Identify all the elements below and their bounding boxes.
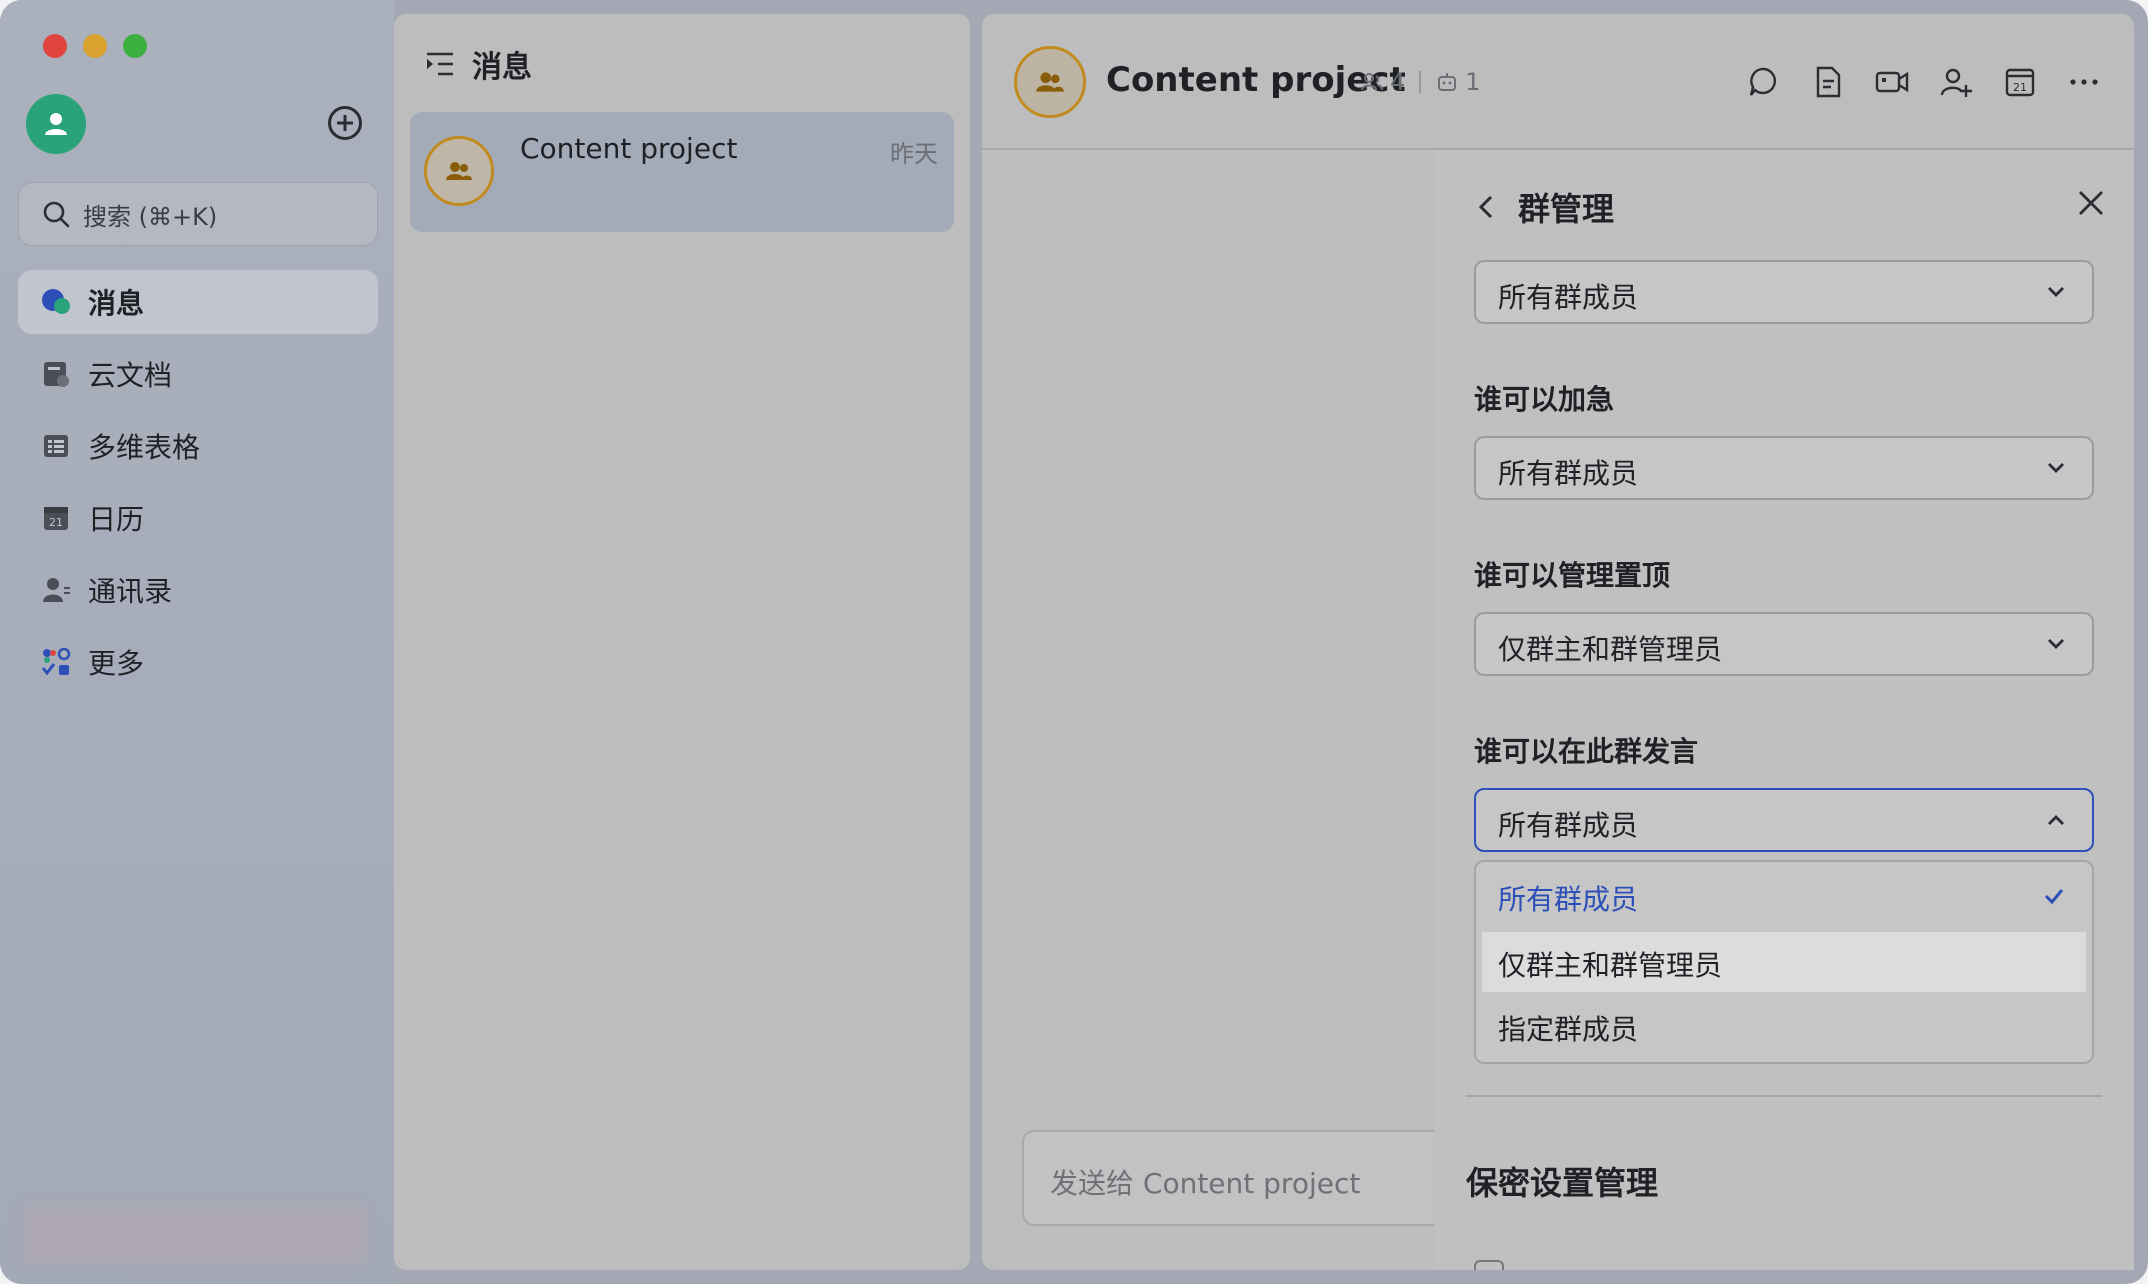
group-icon — [446, 162, 472, 180]
bot-icon[interactable] — [1435, 70, 1459, 94]
sidebar-item-docs[interactable]: 云文档 — [18, 342, 378, 406]
chevron-up-icon — [2048, 815, 2064, 825]
contacts-icon — [40, 574, 72, 606]
select-value: 所有群成员 — [1498, 281, 1639, 314]
chevron-down-icon — [2048, 287, 2064, 297]
speak-permission-dropdown: 所有群成员 仅群主和群管理员 指定群成员 — [1474, 860, 2094, 1064]
person-icon — [45, 113, 67, 135]
chat-bubble-icon — [40, 286, 72, 318]
document-icon — [1816, 66, 1841, 98]
plus-icon — [337, 115, 353, 131]
sidebar-item-base[interactable]: 多维表格 — [18, 414, 378, 478]
close-icon[interactable] — [2076, 188, 2106, 218]
panel-header: 群管理 — [1474, 184, 1614, 230]
urgent-permission-select[interactable]: 所有群成员 — [1474, 436, 2094, 500]
cloud-doc-icon — [40, 358, 72, 390]
more-dots-icon — [2070, 79, 2098, 85]
calendar-button[interactable]: 21 — [2002, 64, 2038, 100]
apps-grid-icon — [40, 646, 72, 678]
more-options-button[interactable] — [2066, 64, 2102, 100]
sidebar: 搜索 (⌘+K) 消息 云文档 多维表格 21 日历 通讯录 更多 — [0, 0, 394, 1284]
search-icon — [43, 201, 70, 228]
section-divider — [1466, 1095, 2102, 1097]
speak-permission-label: 谁可以在此群发言 — [1474, 735, 1699, 768]
sidebar-item-messages[interactable]: 消息 — [18, 270, 378, 334]
composer-placeholder: 发送给 Content project — [1050, 1167, 1361, 1200]
speak-permission-select[interactable]: 所有群成员 — [1474, 788, 2094, 852]
sidebar-item-label: 多维表格 — [88, 431, 201, 464]
add-user-icon — [1940, 68, 1972, 97]
table-icon — [40, 430, 72, 462]
create-new-button[interactable] — [328, 106, 362, 140]
top-permission-select[interactable]: 所有群成员 — [1474, 260, 2094, 324]
group-avatar[interactable] — [1014, 46, 1086, 118]
close-window-button[interactable] — [43, 34, 67, 58]
conversation-time: 昨天 — [890, 140, 938, 168]
group-icon — [1036, 72, 1064, 92]
meta-divider — [1419, 71, 1422, 93]
group-avatar — [424, 136, 494, 206]
dropdown-option-all-members[interactable]: 所有群成员 — [1482, 866, 2086, 926]
group-management-panel: 群管理 所有群成员 谁可以加急 所有群成员 谁可以管理置顶 仅群主和群管理员 谁… — [1434, 150, 2134, 1270]
svg-text:21: 21 — [2013, 81, 2027, 94]
calendar-icon: 21 — [40, 502, 72, 534]
chevron-down-icon — [2048, 463, 2064, 473]
pin-permission-select[interactable]: 仅群主和群管理员 — [1474, 612, 2094, 676]
pin-permission-label: 谁可以管理置顶 — [1474, 559, 1671, 592]
zoom-window-button[interactable] — [123, 34, 147, 58]
privacy-mode-checkbox[interactable] — [1474, 1260, 1504, 1270]
calendar-icon: 21 — [2005, 68, 2035, 97]
sidebar-item-calendar[interactable]: 21 日历 — [18, 486, 378, 550]
select-value: 所有群成员 — [1498, 809, 1639, 842]
sidebar-item-contacts[interactable]: 通讯录 — [18, 558, 378, 622]
search-box[interactable]: 搜索 (⌘+K) — [18, 182, 378, 246]
option-label: 指定群成员 — [1498, 1013, 1639, 1046]
select-value: 所有群成员 — [1498, 457, 1639, 490]
add-member-button[interactable] — [1938, 64, 1974, 100]
checkmark-icon — [2044, 889, 2064, 905]
sidebar-item-label: 云文档 — [88, 359, 173, 392]
conversation-item[interactable]: Content project 昨天 — [410, 112, 954, 232]
chat-docs-button[interactable] — [1810, 64, 1846, 100]
collapse-sidebar-icon[interactable] — [424, 48, 456, 80]
sidebar-item-label: 更多 — [88, 647, 145, 680]
message-list-panel: 消息 Content project 昨天 — [394, 14, 970, 1270]
select-value: 仅群主和群管理员 — [1498, 633, 1723, 666]
option-label: 所有群成员 — [1498, 883, 1639, 916]
privacy-settings-title: 保密设置管理 — [1466, 1164, 1659, 1202]
back-chevron-icon[interactable] — [1474, 194, 1500, 220]
svg-text:21: 21 — [49, 516, 63, 529]
sidebar-item-more[interactable]: 更多 — [18, 630, 378, 694]
message-list-title: 消息 — [472, 50, 532, 85]
search-chat-button[interactable] — [1746, 64, 1782, 100]
chevron-down-icon — [2048, 639, 2064, 649]
bot-count: 1 — [1465, 68, 1481, 96]
sidebar-item-label: 消息 — [88, 287, 145, 320]
conversation-title: Content project — [520, 132, 738, 165]
app-window: 搜索 (⌘+K) 消息 云文档 多维表格 21 日历 通讯录 更多 消息 Con… — [0, 0, 2148, 1284]
search-chat-icon — [1749, 67, 1777, 96]
dropdown-option-owner-admins[interactable]: 仅群主和群管理员 — [1482, 932, 2086, 992]
video-call-button[interactable] — [1874, 64, 1910, 100]
user-avatar[interactable] — [26, 94, 86, 154]
urgent-permission-label: 谁可以加急 — [1474, 383, 1615, 416]
video-camera-icon — [1875, 71, 1909, 93]
search-placeholder: 搜索 (⌘+K) — [83, 202, 218, 231]
blurred-profile-area — [22, 1204, 366, 1264]
option-label: 仅群主和群管理员 — [1498, 949, 1723, 982]
chat-header: Content project 4 1 21 — [982, 14, 2134, 150]
dropdown-option-specified-members[interactable]: 指定群成员 — [1482, 996, 2086, 1056]
minimize-window-button[interactable] — [83, 34, 107, 58]
member-count: 4 — [1390, 68, 1406, 96]
panel-title: 群管理 — [1518, 190, 1615, 228]
message-list-header: 消息 — [424, 42, 532, 86]
chat-meta: 4 1 — [1360, 68, 1481, 96]
members-icon[interactable] — [1360, 70, 1384, 94]
sidebar-item-label: 日历 — [88, 503, 145, 536]
sidebar-item-label: 通讯录 — [88, 575, 173, 608]
